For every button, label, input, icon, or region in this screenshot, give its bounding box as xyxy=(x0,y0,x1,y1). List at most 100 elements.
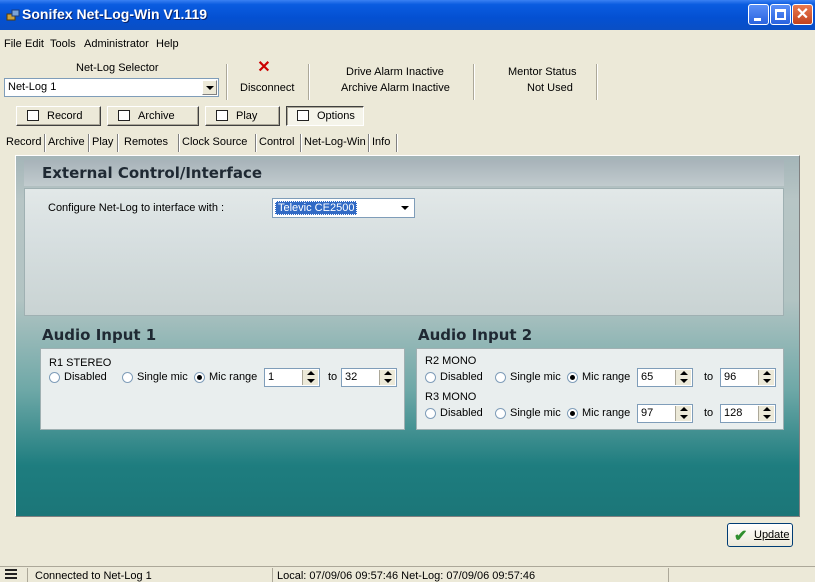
close-button[interactable]: ✕ xyxy=(792,4,813,25)
menu-help[interactable]: Help xyxy=(156,38,179,50)
clock-status: Local: 07/09/06 09:57:46 Net-Log: 07/09/… xyxy=(277,570,536,582)
r2-range-to-spinner[interactable]: 96 xyxy=(720,368,776,387)
options-mode-button[interactable]: Options xyxy=(286,106,364,126)
r2-mic-range-label: Mic range xyxy=(582,371,631,383)
divider xyxy=(596,64,598,100)
title-bar[interactable]: Sonifex Net-Log-Win V1.119 ✕ xyxy=(0,0,815,30)
close-icon: ✕ xyxy=(795,6,810,23)
r1-range-to-value: 32 xyxy=(345,371,358,383)
tab-divider xyxy=(300,134,301,152)
play-icon xyxy=(216,110,228,121)
info-strip: Net-Log Selector Net-Log 1 ✕ Disconnect … xyxy=(0,58,815,102)
r1-single-mic-radio[interactable] xyxy=(122,372,133,383)
divider xyxy=(308,64,310,100)
tab-divider xyxy=(117,134,118,152)
tab-divider xyxy=(396,134,397,152)
update-label: Update xyxy=(754,529,790,541)
netlog-selector[interactable]: Net-Log 1 xyxy=(4,78,219,97)
spin-arrows-icon[interactable] xyxy=(675,370,691,385)
options-tabs: Record Archive Play Remotes Clock Source… xyxy=(0,133,815,153)
tab-archive[interactable]: Archive xyxy=(48,136,85,153)
tab-remotes[interactable]: Remotes xyxy=(124,136,168,153)
netlog-selector-value: Net-Log 1 xyxy=(8,81,57,93)
options-mode-label: Options xyxy=(317,110,355,122)
r2-to-label: to xyxy=(704,371,714,383)
tab-clock-source[interactable]: Clock Source xyxy=(182,136,247,153)
record-mode-button[interactable]: Record xyxy=(16,106,101,126)
r3-mic-range-radio[interactable] xyxy=(567,408,578,419)
disconnect-button[interactable]: Disconnect xyxy=(240,82,294,94)
r3-single-mic-label: Single mic xyxy=(510,407,561,419)
r2-range-from-value: 65 xyxy=(641,371,654,383)
drive-alarm-status: Drive Alarm Inactive xyxy=(346,66,444,78)
connection-status: Connected to Net-Log 1 xyxy=(35,570,152,582)
r3-mic-range-label: Mic range xyxy=(582,407,631,419)
chevron-down-icon[interactable] xyxy=(202,80,217,95)
r1-disabled-radio[interactable] xyxy=(49,372,60,383)
r3-range-from-value: 97 xyxy=(641,407,654,419)
tab-divider xyxy=(44,134,45,152)
r2-mic-range-radio[interactable] xyxy=(567,372,578,383)
checkmark-icon: ✔ xyxy=(734,528,748,545)
maximize-button[interactable] xyxy=(770,4,791,25)
tab-info[interactable]: Info xyxy=(372,136,390,153)
record-icon xyxy=(27,110,39,121)
archive-icon xyxy=(118,110,130,121)
menu-tools[interactable]: Tools xyxy=(50,38,76,50)
r1-range-to-spinner[interactable]: 32 xyxy=(341,368,397,387)
status-cell-connection: Connected to Net-Log 1 xyxy=(27,568,271,582)
menu-administrator[interactable]: Administrator xyxy=(84,38,149,50)
archive-mode-button[interactable]: Archive xyxy=(107,106,199,126)
r3-to-label: to xyxy=(704,407,714,419)
r3-range-from-spinner[interactable]: 97 xyxy=(637,404,693,423)
netlog-selector-label: Net-Log Selector xyxy=(76,62,159,74)
r3-range-to-spinner[interactable]: 128 xyxy=(720,404,776,423)
mentor-status-label: Mentor Status xyxy=(508,66,577,78)
spin-arrows-icon[interactable] xyxy=(758,370,774,385)
r2-range-from-spinner[interactable]: 65 xyxy=(637,368,693,387)
r3-disabled-label: Disabled xyxy=(440,407,483,419)
r3-disabled-radio[interactable] xyxy=(425,408,436,419)
spin-arrows-icon[interactable] xyxy=(675,406,691,421)
archive-alarm-status: Archive Alarm Inactive xyxy=(341,82,450,94)
interface-select[interactable]: Televic CE2500 xyxy=(272,198,415,218)
r1-range-from-value: 1 xyxy=(268,371,275,383)
status-cell-empty xyxy=(668,568,815,582)
tab-record[interactable]: Record xyxy=(6,136,41,153)
menu-edit[interactable]: Edit xyxy=(25,38,44,50)
status-bar: Connected to Net-Log 1 Local: 07/09/06 0… xyxy=(0,566,815,582)
r3-range-to-value: 128 xyxy=(724,407,743,419)
update-button[interactable]: ✔ Update xyxy=(727,523,793,547)
disconnect-icon[interactable]: ✕ xyxy=(257,60,271,76)
audio-input-1-title: Audio Input 1 xyxy=(42,326,157,344)
channel-r1-label: R1 STEREO xyxy=(49,357,112,369)
tab-control[interactable]: Control xyxy=(258,133,297,153)
external-control-title: External Control/Interface xyxy=(42,164,263,182)
menu-file[interactable]: File xyxy=(4,38,22,50)
status-cell-times: Local: 07/09/06 09:57:46 Net-Log: 07/09/… xyxy=(272,568,667,582)
status-icon xyxy=(5,569,17,579)
r1-range-from-spinner[interactable]: 1 xyxy=(264,368,320,387)
channel-r2-label: R2 MONO xyxy=(425,355,477,367)
options-icon xyxy=(297,110,309,121)
play-mode-label: Play xyxy=(236,110,258,122)
app-icon xyxy=(6,9,20,21)
chevron-down-icon[interactable] xyxy=(401,206,409,210)
spin-arrows-icon[interactable] xyxy=(302,370,318,385)
r2-single-mic-radio[interactable] xyxy=(495,372,506,383)
window-title: Sonifex Net-Log-Win V1.119 xyxy=(22,6,208,22)
r1-mic-range-radio[interactable] xyxy=(194,372,205,383)
spin-arrows-icon[interactable] xyxy=(758,406,774,421)
tab-divider xyxy=(368,134,369,152)
r2-disabled-radio[interactable] xyxy=(425,372,436,383)
tab-net-log-win[interactable]: Net-Log-Win xyxy=(304,136,366,153)
divider xyxy=(226,64,228,100)
r3-single-mic-radio[interactable] xyxy=(495,408,506,419)
minimize-button[interactable] xyxy=(748,4,769,25)
channel-r3-label: R3 MONO xyxy=(425,391,477,403)
r1-disabled-label: Disabled xyxy=(64,371,107,383)
spin-arrows-icon[interactable] xyxy=(379,370,395,385)
tab-play[interactable]: Play xyxy=(92,136,113,153)
interface-select-value: Televic CE2500 xyxy=(275,201,358,215)
play-mode-button[interactable]: Play xyxy=(205,106,280,126)
